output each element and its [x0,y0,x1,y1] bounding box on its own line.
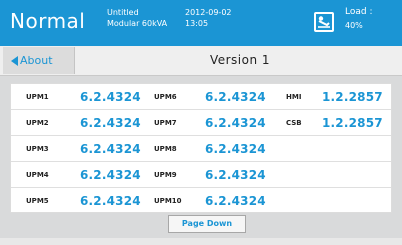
module-label: UPM7 [154,119,177,127]
time-readout: 13:05 [185,19,209,28]
module-version: 6.2.4324 [80,194,141,208]
module-version: 6.2.4324 [80,116,141,130]
version-row: UPM4 6.2.4324 UPM9 6.2.4324 [11,162,391,188]
chevron-left-icon [11,56,18,66]
version-row: UPM3 6.2.4324 UPM8 6.2.4324 [11,136,391,162]
module-version: 1.2.2857 [322,90,383,104]
page-title: Version 1 [209,53,271,67]
version-row: UPM2 6.2.4324 UPM7 6.2.4324 CSB 1.2.2857 [11,110,391,136]
module-version: 6.2.4324 [205,90,266,104]
module-label: UPM6 [154,93,177,101]
screen: Normal Untitled Modular 60kVA 2012-09-02… [0,0,402,245]
about-back-label: About [20,54,53,67]
module-label: UPM9 [154,171,177,179]
module-label: UPM5 [26,197,49,205]
operating-mode: Normal [10,9,86,33]
load-label: Load : [345,7,373,17]
module-label: UPM10 [154,197,182,205]
status-header: Normal Untitled Modular 60kVA 2012-09-02… [0,0,402,46]
version-row: UPM1 6.2.4324 UPM6 6.2.4324 HMI 1.2.2857 [11,84,391,110]
module-version: 6.2.4324 [205,168,266,182]
version-list: UPM1 6.2.4324 UPM6 6.2.4324 HMI 1.2.2857… [10,83,392,213]
footer-strip [0,238,402,245]
module-label: HMI [286,93,302,101]
module-label: UPM8 [154,145,177,153]
version-row: UPM5 6.2.4324 UPM10 6.2.4324 [11,188,391,214]
module-label: UPM1 [26,93,49,101]
about-back-button[interactable]: About [3,47,75,74]
device-name: Untitled [107,8,139,17]
module-label: CSB [286,119,302,127]
load-value: 40% [345,21,363,30]
module-version: 1.2.2857 [322,116,383,130]
module-version: 6.2.4324 [205,116,266,130]
module-label: UPM4 [26,171,49,179]
module-version: 6.2.4324 [205,194,266,208]
module-version: 6.2.4324 [80,168,141,182]
module-version: 6.2.4324 [205,142,266,156]
nav-bar: About Version 1 [0,46,402,76]
module-version: 6.2.4324 [80,90,141,104]
page-down-button[interactable]: Page Down [168,215,246,233]
date-readout: 2012-09-02 [185,8,232,17]
module-label: UPM3 [26,145,49,153]
module-version: 6.2.4324 [80,142,141,156]
module-label: UPM2 [26,119,49,127]
schedule-icon[interactable] [314,12,334,32]
device-model: Modular 60kVA [107,19,168,28]
